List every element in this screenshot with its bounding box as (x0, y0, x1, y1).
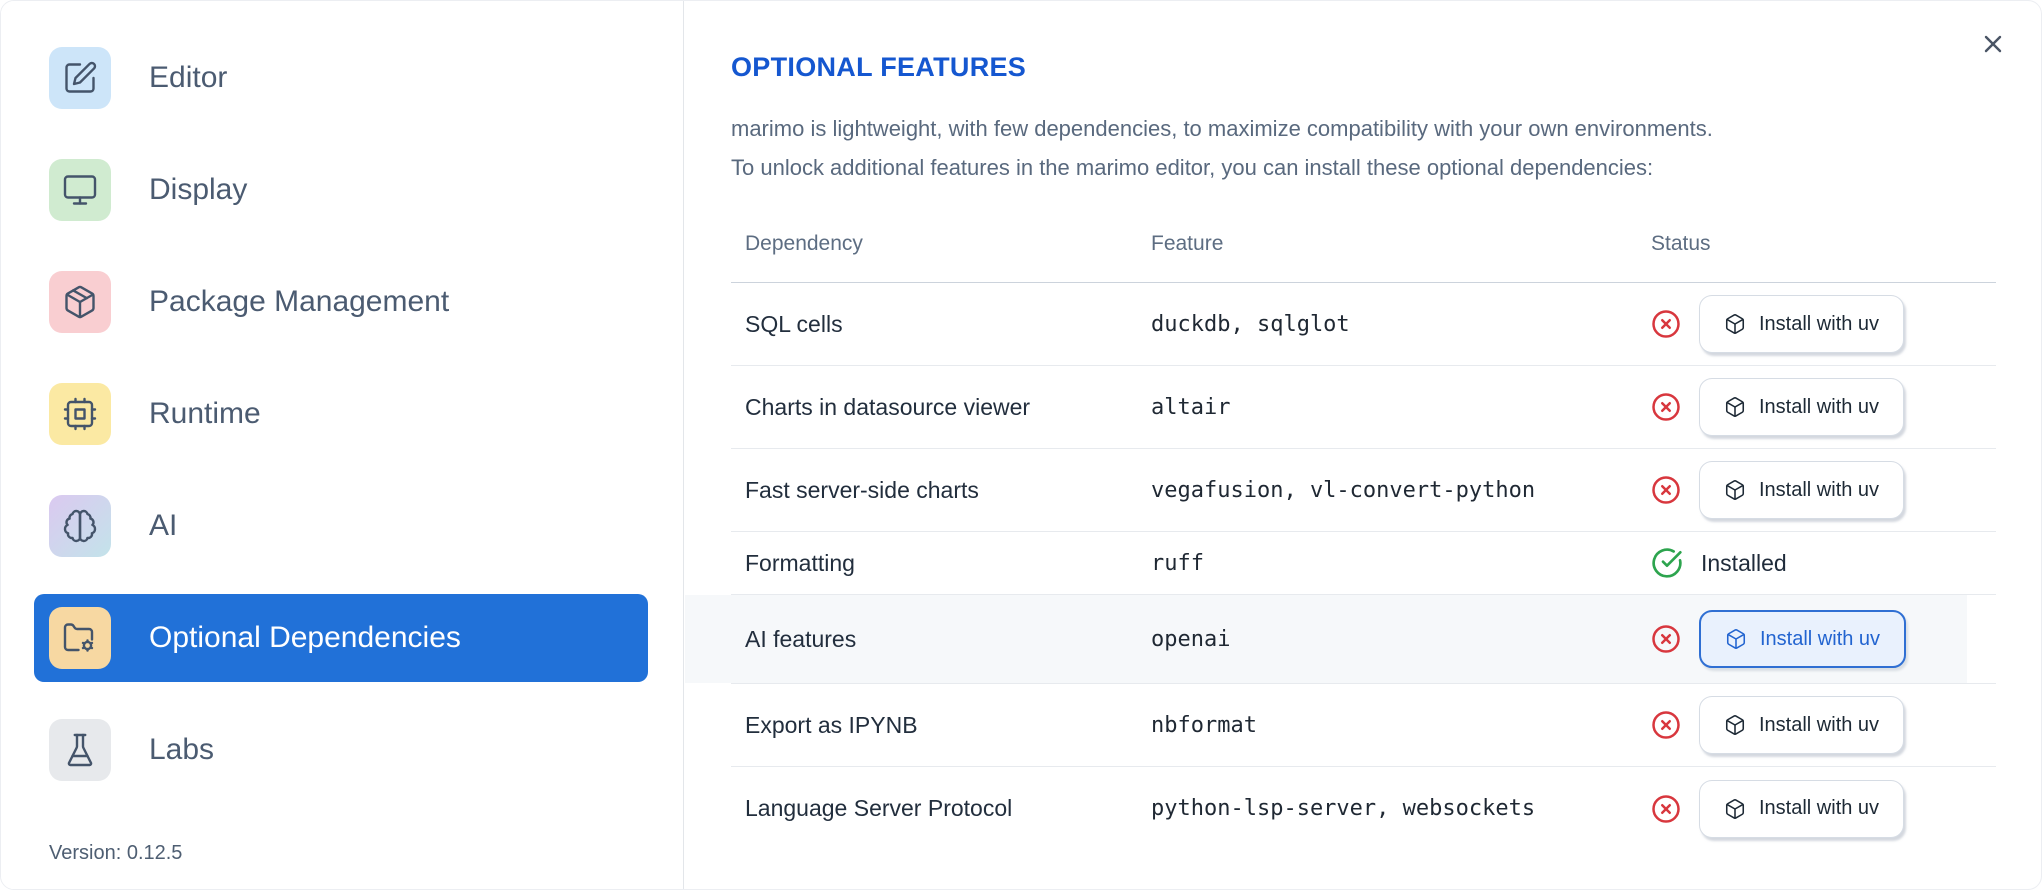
installed-check-icon (1652, 548, 1682, 578)
install-with-uv-button[interactable]: Install with uv (1699, 378, 1905, 436)
install-with-uv-button[interactable]: Install with uv (1699, 779, 1905, 838)
package-box-icon (1725, 397, 1745, 417)
cpu-icon (63, 397, 97, 431)
labs-tile (49, 719, 111, 781)
table-row-export-ipynb: Export as IPYNB nbformat Install with uv (731, 684, 1996, 767)
package-box-icon (1725, 314, 1745, 334)
status-cell: Install with uv (1651, 610, 1996, 668)
feature-cell: vegafusion, vl-convert-python (1151, 477, 1536, 503)
flask-icon (67, 733, 93, 767)
install-with-uv-button-focused[interactable]: Install with uv (1699, 610, 1907, 668)
sidebar-item-runtime[interactable]: Runtime (34, 370, 648, 458)
install-button-label: Install with uv (1759, 713, 1880, 736)
monitor-icon (63, 175, 97, 205)
editor-tile (49, 47, 111, 109)
install-with-uv-button[interactable]: Install with uv (1699, 295, 1905, 353)
table-row-formatting: Formatting ruff Installed (731, 532, 1996, 595)
not-installed-icon (1652, 625, 1680, 653)
dependencies-table: SQL cells duckdb, sqlglot Install with u… (685, 283, 1996, 850)
sidebar-item-label: AI (149, 509, 178, 542)
not-installed-icon (1652, 310, 1680, 338)
install-button-label: Install with uv (1759, 797, 1880, 819)
description-line-1: marimo is lightweight, with few dependen… (731, 116, 1713, 141)
package-icon (65, 285, 95, 319)
install-button-label: Install with uv (1759, 312, 1880, 335)
sidebar-item-package-management[interactable]: Package Management (34, 258, 648, 346)
brain-icon (63, 509, 97, 543)
sidebar-item-optional-dependencies[interactable]: Optional Dependencies (34, 594, 648, 682)
dependency-cell: Formatting (745, 549, 855, 576)
settings-dialog: Editor Display Package Management Runtim… (0, 0, 2042, 890)
table-header: Dependency Feature Status (731, 187, 1996, 283)
feature-cell: ruff (1151, 550, 1204, 576)
status-cell: Install with uv (1651, 696, 1996, 754)
table-row-charts-datasource: Charts in datasource viewer altair Insta… (731, 366, 1996, 449)
sidebar-item-label: Editor (149, 61, 228, 94)
install-button-label: Install with uv (1759, 478, 1880, 501)
not-installed-icon (1652, 476, 1680, 504)
optional-dependencies-tile (49, 607, 111, 669)
not-installed-icon (1652, 794, 1680, 823)
folder-cog-icon (63, 623, 94, 652)
package-box-icon (1726, 629, 1746, 649)
install-button-label: Install with uv (1760, 627, 1881, 650)
dependency-cell: AI features (745, 625, 857, 652)
install-button-label: Install with uv (1759, 395, 1880, 418)
sidebar-item-label: Labs (149, 733, 215, 766)
status-cell: Install with uv (1651, 779, 1996, 838)
ai-tile (49, 495, 111, 557)
feature-cell: duckdb, sqlglot (1151, 311, 1350, 337)
sidebar-item-label: Display (149, 173, 248, 206)
sidebar-item-display[interactable]: Display (34, 146, 648, 234)
not-installed-icon (1652, 393, 1680, 421)
sidebar-item-labs[interactable]: Labs (34, 706, 648, 794)
dependency-cell: Charts in datasource viewer (745, 393, 1031, 420)
feature-cell: nbformat (1151, 712, 1257, 738)
status-cell: Install with uv (1651, 378, 1996, 436)
sidebar-item-ai[interactable]: AI (34, 482, 648, 570)
pencil-square-icon (65, 61, 97, 93)
install-with-uv-button[interactable]: Install with uv (1699, 461, 1905, 519)
table-row-ai-features: AI features openai Install with uv (685, 595, 1996, 684)
package-box-icon (1725, 798, 1745, 819)
dependency-cell: Fast server-side charts (745, 476, 979, 503)
status-cell: Install with uv (1651, 461, 1996, 519)
sidebar-item-label: Package Management (149, 285, 450, 318)
feature-cell: python-lsp-server, websockets (1151, 796, 1536, 821)
sidebar-item-label: Optional Dependencies (149, 621, 461, 654)
display-tile (49, 159, 111, 221)
install-with-uv-button[interactable]: Install with uv (1699, 696, 1905, 754)
settings-sidebar: Editor Display Package Management Runtim… (1, 1, 684, 889)
optional-features-panel: OPTIONAL FEATURES marimo is lightweight,… (685, 1, 2041, 889)
column-header-feature: Feature (1151, 231, 1224, 255)
page-title: OPTIONAL FEATURES (731, 52, 1027, 82)
dependency-cell: SQL cells (745, 310, 843, 337)
runtime-tile (49, 383, 111, 445)
installed-label: Installed (1701, 549, 1787, 576)
sidebar-item-label: Runtime (149, 397, 261, 430)
column-header-dependency: Dependency (745, 231, 863, 255)
table-row-lsp: Language Server Protocol python-lsp-serv… (731, 767, 1996, 850)
description-line-2: To unlock additional features in the mar… (731, 155, 1654, 180)
column-header-status: Status (1651, 231, 1711, 255)
sidebar-item-editor[interactable]: Editor (34, 34, 648, 122)
sidebar-nav: Editor Display Package Management Runtim… (1, 1, 683, 794)
status-cell: Install with uv (1651, 295, 1996, 353)
feature-cell: altair (1151, 394, 1231, 420)
table-row-sql-cells: SQL cells duckdb, sqlglot Install with u… (731, 283, 1996, 366)
dependency-cell: Language Server Protocol (745, 795, 1013, 821)
not-installed-icon (1652, 711, 1680, 739)
close-button[interactable] (1975, 27, 2011, 63)
dependency-cell: Export as IPYNB (745, 711, 918, 738)
package-box-icon (1725, 715, 1745, 735)
package-management-tile (49, 271, 111, 333)
close-icon (1984, 35, 2002, 52)
table-row-fast-charts: Fast server-side charts vegafusion, vl-c… (731, 449, 1996, 532)
feature-cell: openai (1151, 626, 1231, 652)
panel-description: marimo is lightweight, with few dependen… (731, 109, 1996, 187)
package-box-icon (1725, 480, 1745, 500)
status-cell: Installed (1651, 547, 1996, 579)
version-label: Version: 0.12.5 (49, 842, 183, 864)
